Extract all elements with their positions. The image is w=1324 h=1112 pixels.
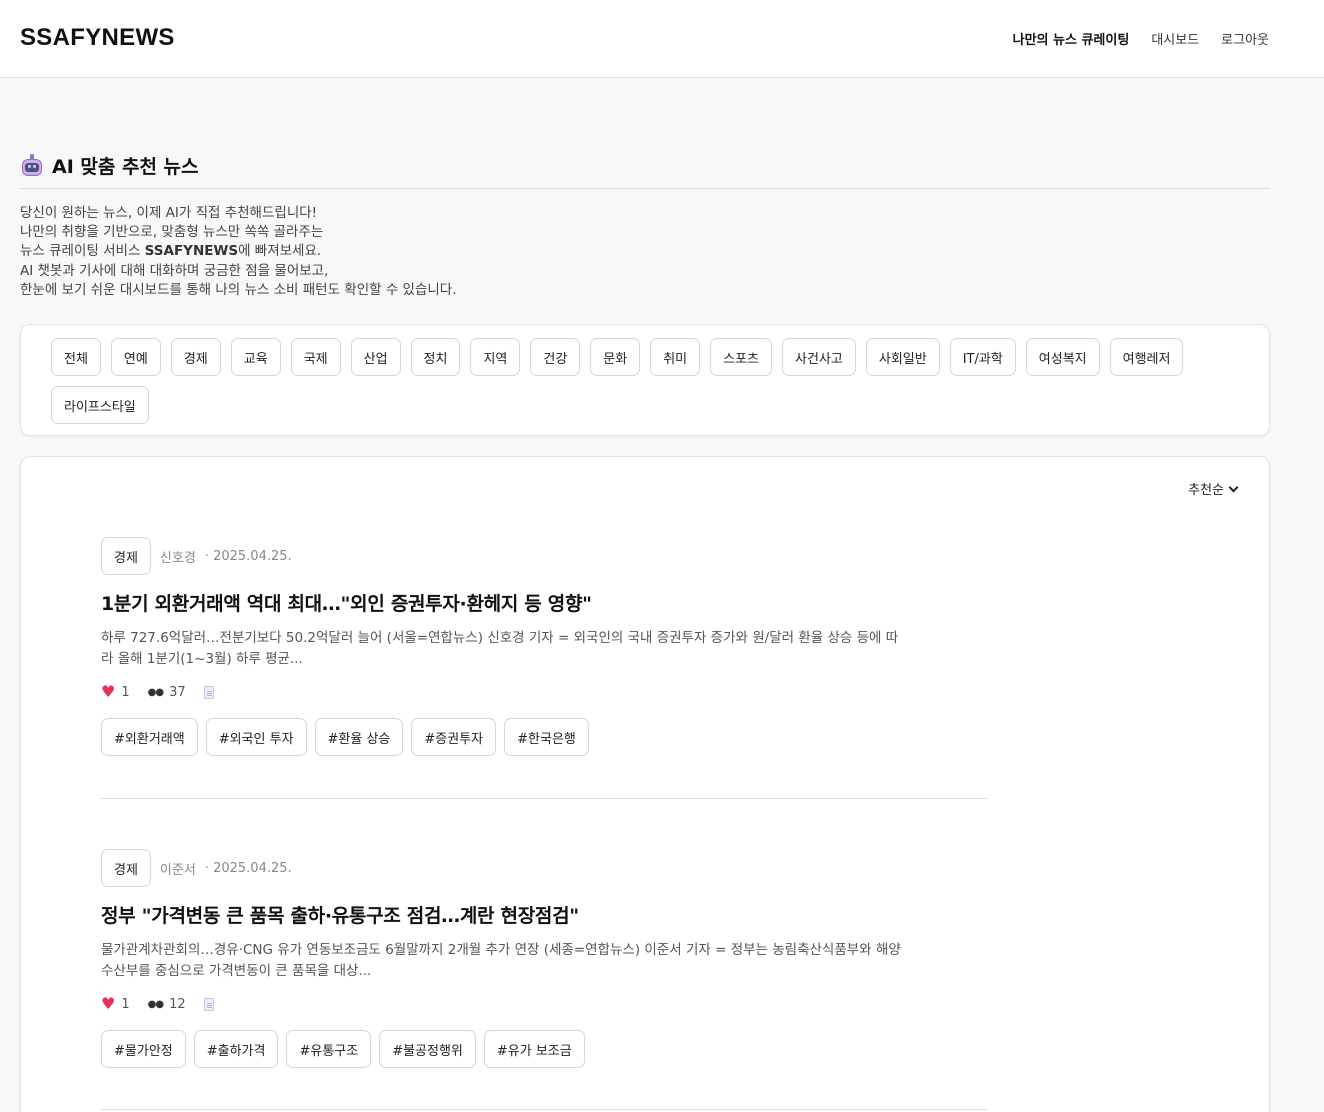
category-chip[interactable]: 지역	[470, 338, 521, 376]
heart-icon[interactable]: ♥	[101, 996, 115, 1012]
category-chip[interactable]: 건강	[530, 338, 581, 376]
category-chip[interactable]: 스포츠	[710, 338, 773, 376]
eyes-icon: ●●	[147, 998, 164, 1010]
view-count: 12	[169, 996, 186, 1012]
hashtag-chip[interactable]: #출하가격	[193, 1030, 279, 1068]
hashtag-chip[interactable]: #외국인 투자	[205, 718, 307, 756]
category-chip[interactable]: 경제	[170, 338, 221, 376]
news-article[interactable]: 경제 신호경 · 2025.04.25. 1분기 외환거래액 역대 최대…"외인…	[101, 537, 987, 756]
category-chip[interactable]: 전체	[51, 338, 101, 376]
article-stats: ♥ 1 ●● 12	[101, 995, 987, 1013]
article-hashtags: #외환거래액 #외국인 투자 #환율 상승 #증권투자 #한국은행	[101, 718, 987, 756]
news-article[interactable]: 경제 이준서 · 2025.04.25. 정부 "가격변동 큰 품목 출하·유통…	[101, 849, 987, 1068]
category-chip[interactable]: 국제	[290, 338, 341, 376]
article-title[interactable]: 1분기 외환거래액 역대 최대…"외인 증권투자·환헤지 등 영향"	[101, 589, 987, 616]
nav-dashboard[interactable]: 대시보드	[1151, 29, 1199, 48]
article-divider	[101, 1109, 987, 1110]
article-summary: 물가관계차관회의…경유·CNG 유가 연동보조금도 6월말까지 2개월 추가 연…	[101, 942, 901, 979]
hashtag-chip[interactable]: #불공정행위	[379, 1030, 476, 1068]
document-icon	[203, 997, 214, 1011]
hashtag-chip[interactable]: #유통구조	[286, 1030, 372, 1068]
document-icon	[203, 685, 214, 699]
category-chip[interactable]: 라이프스타일	[51, 386, 149, 424]
brand-name: SSAFYNEWS	[144, 243, 239, 260]
news-list: 추천순 경제 신호경 · 2025.04.25. 1분기 외환거래액 역대 최대…	[20, 456, 1270, 1112]
section-title: AI 맞춤 추천 뉴스	[52, 156, 199, 178]
category-chip[interactable]: 정치	[410, 338, 461, 376]
nav-curation[interactable]: 나만의 뉴스 큐레이팅	[1013, 29, 1130, 48]
section-header: AI 맞춤 추천 뉴스	[20, 154, 1270, 189]
article-title[interactable]: 정부 "가격변동 큰 품목 출하·유통구조 점검…계란 현장점검"	[101, 901, 987, 928]
article-divider	[101, 798, 987, 799]
like-count: 1	[121, 996, 130, 1012]
intro-text: 당신이 원하는 뉴스, 이제 AI가 직접 추천해드립니다! 나만의 취향을 기…	[20, 205, 457, 298]
category-chip[interactable]: 사회일반	[865, 338, 940, 376]
logo[interactable]: SSAFYNEWS	[20, 24, 175, 52]
hashtag-chip[interactable]: #한국은행	[504, 718, 589, 756]
category-chip[interactable]: 문화	[590, 338, 641, 376]
article-date: · 2025.04.25.	[204, 860, 292, 876]
hashtag-chip[interactable]: #물가안정	[101, 1030, 186, 1068]
top-header: SSAFYNEWS 나만의 뉴스 큐레이팅 대시보드 로그아웃	[0, 0, 1324, 78]
article-summary: 하루 727.6억달러…전분기보다 50.2억달러 늘어 (서울=연합뉴스) 신…	[101, 630, 899, 667]
category-chip[interactable]: 산업	[350, 338, 401, 376]
category-filter: 전체 연예 경제 교육 국제 산업 정치 지역 건강 문화 취미 스포츠 사건사…	[20, 324, 1270, 436]
category-chip[interactable]: 여성복지	[1025, 338, 1100, 376]
category-chip[interactable]: IT/과학	[949, 338, 1016, 376]
main-nav: 나만의 뉴스 큐레이팅 대시보드 로그아웃	[1013, 29, 1269, 48]
sort-dropdown[interactable]: 추천순	[1188, 479, 1239, 498]
chevron-down-icon	[1228, 482, 1239, 492]
eyes-icon: ●●	[147, 686, 164, 698]
hashtag-chip[interactable]: #환율 상승	[314, 718, 404, 756]
article-category[interactable]: 경제	[101, 849, 151, 887]
hashtag-chip[interactable]: #외환거래액	[101, 718, 198, 756]
category-chip[interactable]: 교육	[230, 338, 281, 376]
like-count: 1	[121, 684, 130, 700]
article-category[interactable]: 경제	[101, 537, 151, 575]
nav-logout[interactable]: 로그아웃	[1221, 29, 1269, 48]
view-count: 37	[169, 684, 186, 700]
category-chip[interactable]: 사건사고	[782, 338, 856, 376]
article-date: · 2025.04.25.	[204, 548, 292, 564]
category-chip[interactable]: 연예	[110, 338, 161, 376]
heart-icon[interactable]: ♥	[101, 684, 115, 700]
category-chip[interactable]: 여행레저	[1109, 338, 1184, 376]
robot-icon	[20, 154, 44, 178]
article-author: 신호경	[159, 550, 196, 566]
hashtag-chip[interactable]: #유가 보조금	[483, 1030, 585, 1068]
article-stats: ♥ 1 ●● 37	[101, 683, 987, 701]
article-hashtags: #물가안정 #출하가격 #유통구조 #불공정행위 #유가 보조금	[101, 1030, 987, 1068]
category-chip[interactable]: 취미	[650, 338, 701, 376]
article-author: 이준서	[159, 862, 196, 878]
article-meta: 경제 신호경 · 2025.04.25.	[101, 537, 987, 575]
hashtag-chip[interactable]: #증권투자	[411, 718, 497, 756]
article-meta: 경제 이준서 · 2025.04.25.	[101, 849, 987, 887]
